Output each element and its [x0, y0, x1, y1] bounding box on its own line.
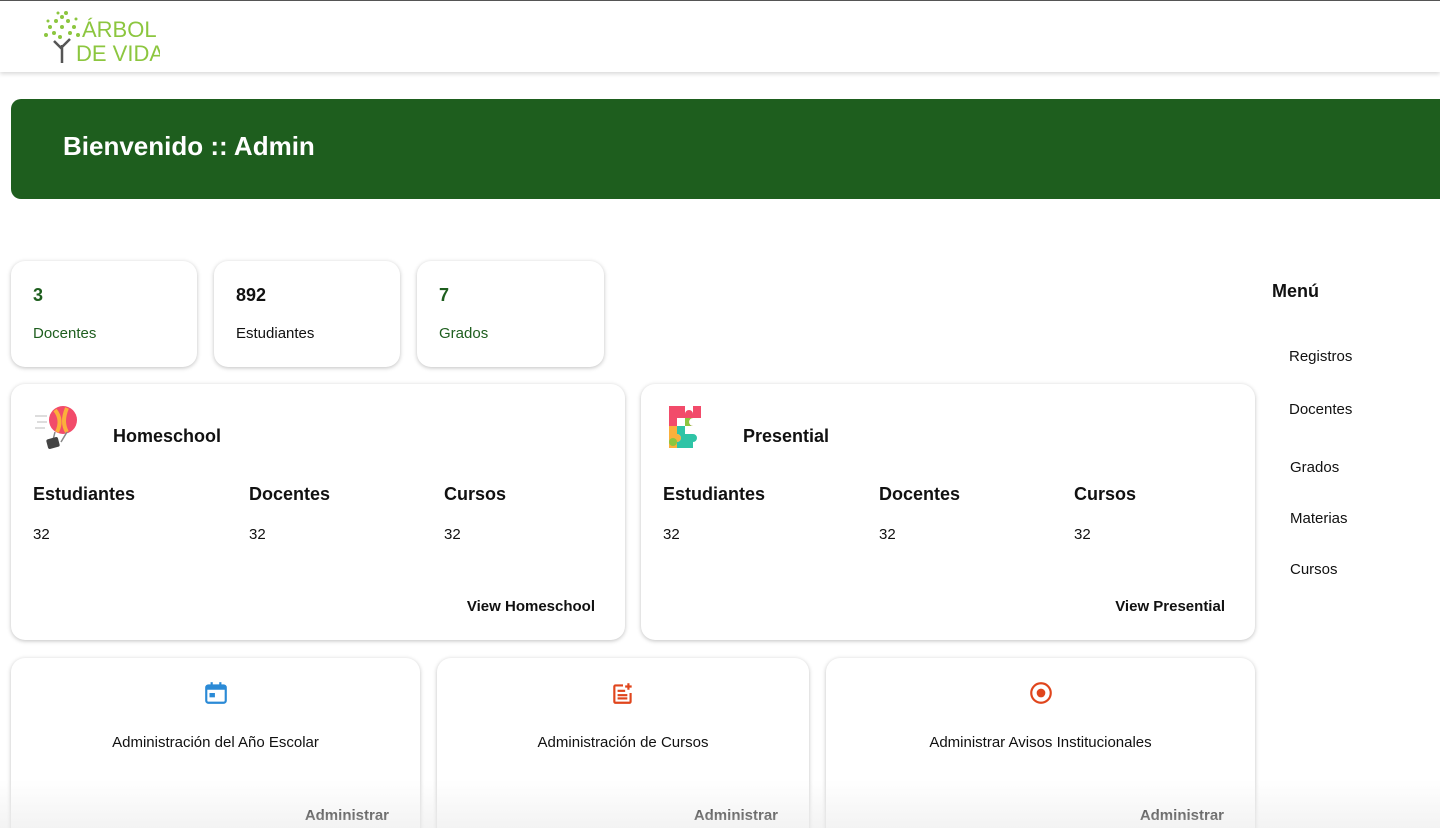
column-header: Cursos — [444, 484, 507, 504]
stat-value: 892 — [236, 285, 267, 305]
menu-item-docentes[interactable]: Docentes — [1289, 401, 1352, 418]
stat-card-grados[interactable]: 7 Grados — [417, 261, 604, 367]
menu-item-cursos[interactable]: Cursos — [1290, 561, 1338, 578]
stat-value: 3 — [33, 285, 44, 305]
view-presential-link[interactable]: View Presential — [1115, 598, 1225, 615]
section-title: Homeschool — [113, 426, 222, 446]
column-header: Docentes — [879, 484, 961, 504]
administrar-button[interactable]: Administrar — [1140, 807, 1224, 824]
administrar-button[interactable]: Administrar — [694, 807, 778, 824]
admin-card-title: Administración de Cursos — [537, 734, 709, 751]
administrar-button[interactable]: Administrar — [305, 807, 389, 824]
puzzle-icon — [663, 404, 711, 452]
admin-card-courses: Administración de Cursos Administrar — [437, 658, 809, 828]
stat-label: Docentes — [33, 325, 97, 342]
menu-item-grados[interactable]: Grados — [1290, 459, 1339, 476]
presential-card: Presential Estudiantes Docentes Cursos 3… — [641, 384, 1255, 640]
column-header: Estudiantes — [663, 484, 766, 504]
welcome-title: Bienvenido :: Admin — [63, 131, 315, 161]
stat-label: Grados — [439, 325, 489, 342]
column-header: Cursos — [1074, 484, 1137, 504]
column-value: 32 — [879, 526, 896, 543]
radio-button-icon — [1028, 680, 1054, 706]
column-header: Docentes — [249, 484, 331, 504]
welcome-banner: Bienvenido :: Admin — [11, 99, 1440, 199]
calendar-icon — [203, 680, 229, 706]
column-value: 32 — [33, 526, 50, 543]
menu-title: Menú — [1272, 281, 1319, 301]
menu-item-registros[interactable]: Registros — [1289, 348, 1352, 365]
top-bar: ÁRBOL DE VIDA — [0, 0, 1440, 72]
column-value: 32 — [249, 526, 266, 543]
column-header: Estudiantes — [33, 484, 136, 504]
admin-card-title: Administración del Año Escolar — [112, 734, 319, 751]
svg-text:DE VIDA: DE VIDA — [76, 41, 160, 66]
svg-text:ÁRBOL: ÁRBOL — [82, 17, 157, 42]
tree-logo-icon: ÁRBOL DE VIDA — [44, 11, 164, 66]
menu-item-materias[interactable]: Materias — [1290, 510, 1348, 527]
admin-card-school-year: Administración del Año Escolar Administr… — [11, 658, 420, 828]
stat-label: Estudiantes — [236, 325, 315, 342]
section-title: Presential — [743, 426, 830, 446]
column-value: 32 — [1074, 526, 1091, 543]
stat-card-docentes[interactable]: 3 Docentes — [11, 261, 197, 367]
arbol-de-vida-logo[interactable]: ÁRBOL DE VIDA — [36, 9, 164, 67]
column-value: 32 — [663, 526, 680, 543]
stat-value: 7 — [439, 285, 450, 305]
homeschool-card: Homeschool Estudiantes Docentes Cursos 3… — [11, 384, 625, 640]
hot-air-balloon-icon — [33, 404, 81, 452]
admin-card-title: Administrar Avisos Institucionales — [929, 734, 1152, 751]
view-homeschool-link[interactable]: View Homeschool — [467, 598, 595, 615]
stat-card-estudiantes[interactable]: 892 Estudiantes — [214, 261, 400, 367]
column-value: 32 — [444, 526, 461, 543]
post-add-icon — [610, 680, 636, 706]
admin-card-notices: Administrar Avisos Institucionales Admin… — [826, 658, 1255, 828]
